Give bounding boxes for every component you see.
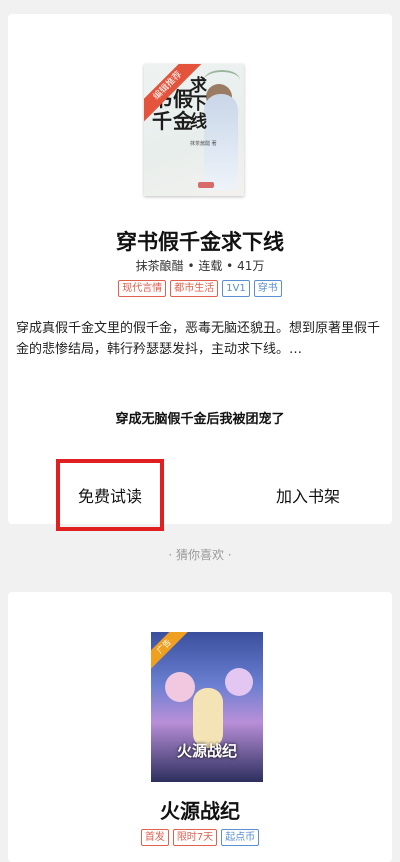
book-card: 书假 千金 求下线 抹茶酱醋 著 编辑推荐 穿书假千金求下线 抹茶酿醋 • 连载… <box>8 14 392 531</box>
tag-book[interactable]: 穿书 <box>253 280 282 297</box>
recommend-tags: 首发 限时7天 起点币 <box>8 829 392 846</box>
book-tags: 现代言情 都市生活 1V1 穿书 <box>8 280 392 297</box>
tag-recommend[interactable]: 限时7天 <box>172 829 218 846</box>
character-illustration <box>193 688 223 748</box>
add-to-shelf-button[interactable]: 加入书架 <box>248 459 368 531</box>
recommend-divider: · 猜你喜欢 · <box>168 548 232 562</box>
character-illustration <box>165 672 195 702</box>
ad-badge: 广告 <box>151 632 192 675</box>
tag-book[interactable]: 都市生活 <box>170 280 219 297</box>
recommend-card[interactable]: 火源战纪 广告 火源战纪 首发 限时7天 起点币 <box>8 592 392 862</box>
tag-book[interactable]: 1V1 <box>222 280 250 297</box>
book-title: 穿书假千金求下线 <box>116 230 284 254</box>
character-illustration <box>225 668 253 696</box>
tag-recommend[interactable]: 起点币 <box>221 829 260 846</box>
publisher-logo <box>198 182 214 188</box>
book-cover[interactable]: 书假 千金 求下线 抹茶酱醋 著 编辑推荐 <box>144 64 244 196</box>
tag-book[interactable]: 现代言情 <box>118 280 167 297</box>
recommend-title: 火源战纪 <box>160 799 240 823</box>
tag-recommend[interactable]: 首发 <box>140 829 169 846</box>
cover-title-side: 求下线 <box>186 76 206 130</box>
cover-logo: 火源战纪 <box>176 742 237 760</box>
book-description: 穿成真假千金文里的假千金，恶毒无脑还貌丑。想到原著里假千金的悲惨结局，韩行矜瑟瑟… <box>16 321 381 357</box>
recommend-cover[interactable]: 火源战纪 广告 <box>151 632 263 782</box>
chapter-title: 穿成无脑假千金后我被团宠了 <box>115 412 285 427</box>
book-meta: 抹茶酿醋 • 连载 • 41万 <box>135 259 265 273</box>
cover-author: 抹茶酱醋 著 <box>190 141 217 147</box>
free-read-button[interactable]: 免费试读 <box>56 459 164 531</box>
